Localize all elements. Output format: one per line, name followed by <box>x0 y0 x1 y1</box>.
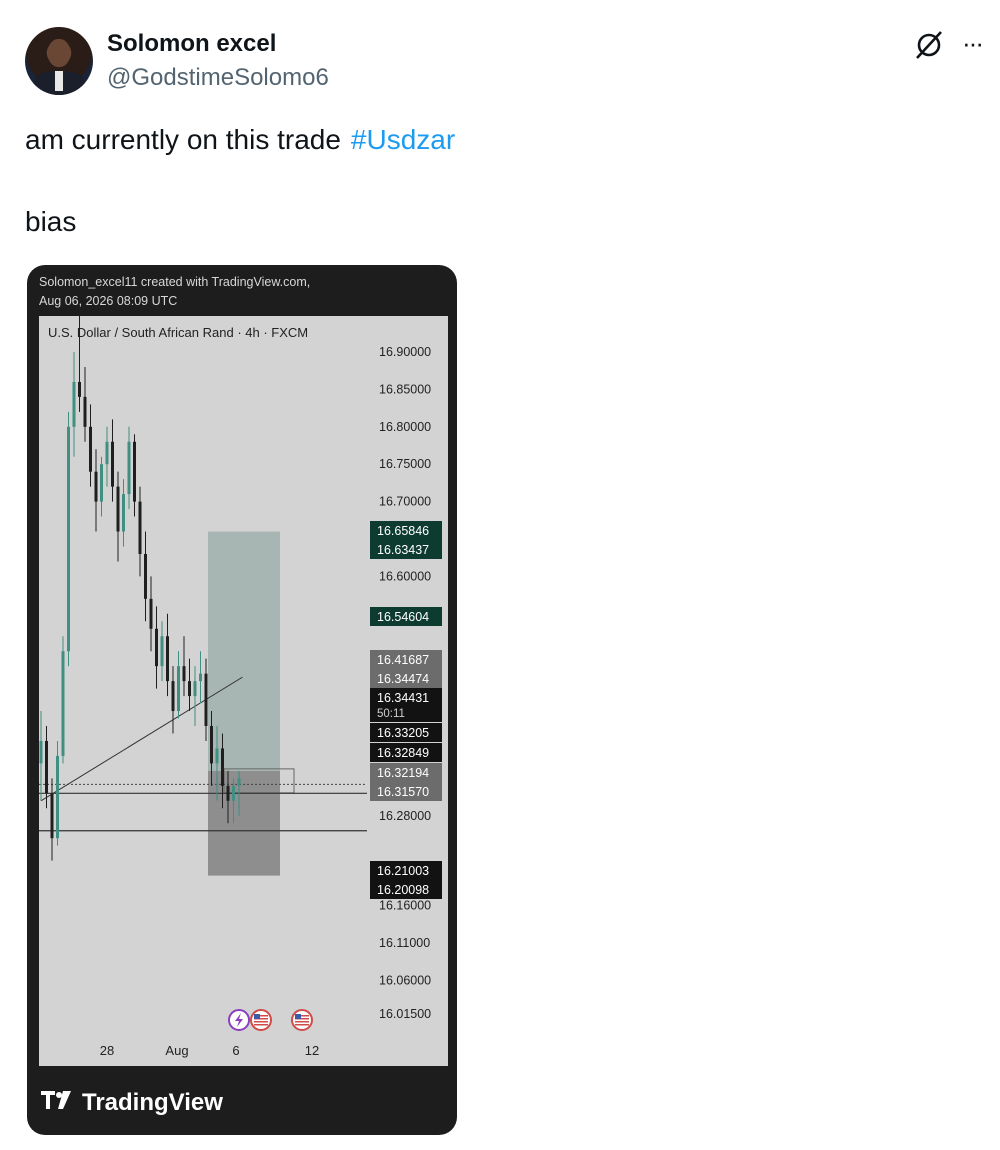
tradingview-logo-icon <box>41 1091 71 1109</box>
y-tick-label: 16.16000 <box>379 899 431 913</box>
x-tick-label: 12 <box>305 1043 319 1058</box>
y-tick-label: 16.28000 <box>379 809 431 823</box>
candle-body <box>166 636 169 682</box>
candle-body <box>199 673 202 682</box>
candle-body <box>105 441 109 465</box>
candle-body <box>39 740 43 764</box>
candle-body <box>215 748 219 764</box>
price-label: 16.63437 <box>377 543 429 557</box>
chart-created-line: Solomon_excel11 created with TradingView… <box>39 275 310 289</box>
tradingview-chart: Solomon_excel11 created with TradingView… <box>39 275 448 1116</box>
tradingview-brand: TradingView <box>82 1089 223 1116</box>
candle <box>67 411 70 667</box>
y-tick-label: 16.90000 <box>379 345 431 359</box>
flag-stripe <box>254 1021 268 1023</box>
hashtag-link[interactable]: #Usdzar <box>351 124 455 155</box>
flag-stripe <box>295 1021 309 1023</box>
flag-stripe <box>295 1024 309 1026</box>
candle-body <box>89 426 92 472</box>
candle-body <box>83 396 87 427</box>
y-tick-label: 16.06000 <box>379 973 431 987</box>
price-label: 16.41687 <box>377 653 429 667</box>
candle-body <box>127 441 131 495</box>
tweet-text: am currently on this trade #Usdzar <box>25 124 455 156</box>
candle-body <box>94 471 98 502</box>
price-label: 16.54604 <box>377 610 429 624</box>
chart-symbol-title: U.S. Dollar / South African Rand · 4h · … <box>48 325 308 340</box>
price-label: 16.32849 <box>377 746 429 760</box>
candle-body <box>100 464 103 502</box>
candle-body <box>193 681 197 697</box>
candle-body <box>182 666 186 682</box>
candle-body <box>45 740 48 794</box>
more-icon[interactable]: ··· <box>962 30 990 60</box>
candle-body <box>171 681 175 712</box>
price-label: 16.32194 <box>377 766 429 780</box>
y-tick-label: 16.80000 <box>379 420 431 434</box>
candle-body <box>116 486 120 532</box>
price-label: 16.20098 <box>377 883 429 897</box>
avatar-shirt <box>55 71 63 91</box>
candle <box>56 740 59 846</box>
y-tick-label: 16.60000 <box>379 569 431 583</box>
author-name[interactable]: Solomon excel <box>107 30 276 58</box>
price-label: 16.65846 <box>377 524 429 538</box>
candle-body <box>67 426 70 652</box>
y-tick-label: 16.11000 <box>379 936 430 950</box>
price-label: 16.34431 <box>377 691 429 705</box>
avatar[interactable] <box>25 27 93 95</box>
candle-body <box>237 778 241 786</box>
price-label: 16.21003 <box>377 864 429 878</box>
flag-stripe <box>254 1024 268 1026</box>
grok-icon[interactable] <box>914 30 944 60</box>
x-tick-label: Aug <box>165 1043 188 1058</box>
tweet-media-image[interactable]: Solomon_excel11 created with TradingView… <box>27 265 457 1135</box>
y-tick-label: 16.85000 <box>379 382 431 396</box>
candle-body <box>155 628 158 667</box>
price-label: 16.33205 <box>377 726 429 740</box>
x-tick-label: 28 <box>100 1043 114 1058</box>
candle-body <box>221 748 224 786</box>
us-flag-event-icon <box>291 1009 313 1031</box>
candle-body <box>111 441 114 487</box>
candle-body <box>160 636 164 667</box>
candle-body <box>149 598 153 629</box>
candle <box>61 636 65 764</box>
price-label-countdown: 50:11 <box>377 708 405 720</box>
y-tick-label: 16.01500 <box>379 1007 431 1021</box>
candle-body <box>210 726 213 764</box>
candle-body <box>50 793 54 839</box>
price-label: 16.34474 <box>377 672 429 686</box>
stop-zone <box>208 770 280 876</box>
candle-body <box>133 441 136 502</box>
flag-canton <box>254 1014 260 1019</box>
candle-body <box>72 381 76 427</box>
avatar-face <box>48 39 70 67</box>
flag-canton <box>295 1014 301 1019</box>
tweet-body: am currently on this trade <box>25 124 341 155</box>
tweet-second-line: bias <box>25 206 77 237</box>
candle-body <box>226 785 230 801</box>
candle-body <box>61 651 65 756</box>
candle-body <box>56 755 59 839</box>
candle-body <box>138 501 142 554</box>
us-flag-event-icon <box>250 1009 272 1031</box>
candle-body <box>122 494 125 532</box>
candle-body <box>188 681 191 697</box>
candle-body <box>78 381 81 397</box>
chart-date-line: Aug 06, 2026 08:09 UTC <box>39 294 177 308</box>
candle-body <box>177 666 180 712</box>
price-label: 16.31570 <box>377 785 429 799</box>
candle-body <box>144 553 147 599</box>
profit-zone <box>208 531 280 771</box>
y-tick-label: 16.70000 <box>379 495 431 509</box>
candle-body <box>204 673 208 726</box>
y-tick-label: 16.75000 <box>379 457 431 471</box>
x-tick-label: 6 <box>232 1043 239 1058</box>
candle-body <box>232 785 235 801</box>
author-handle[interactable]: @GodstimeSolomo6 <box>107 64 329 92</box>
